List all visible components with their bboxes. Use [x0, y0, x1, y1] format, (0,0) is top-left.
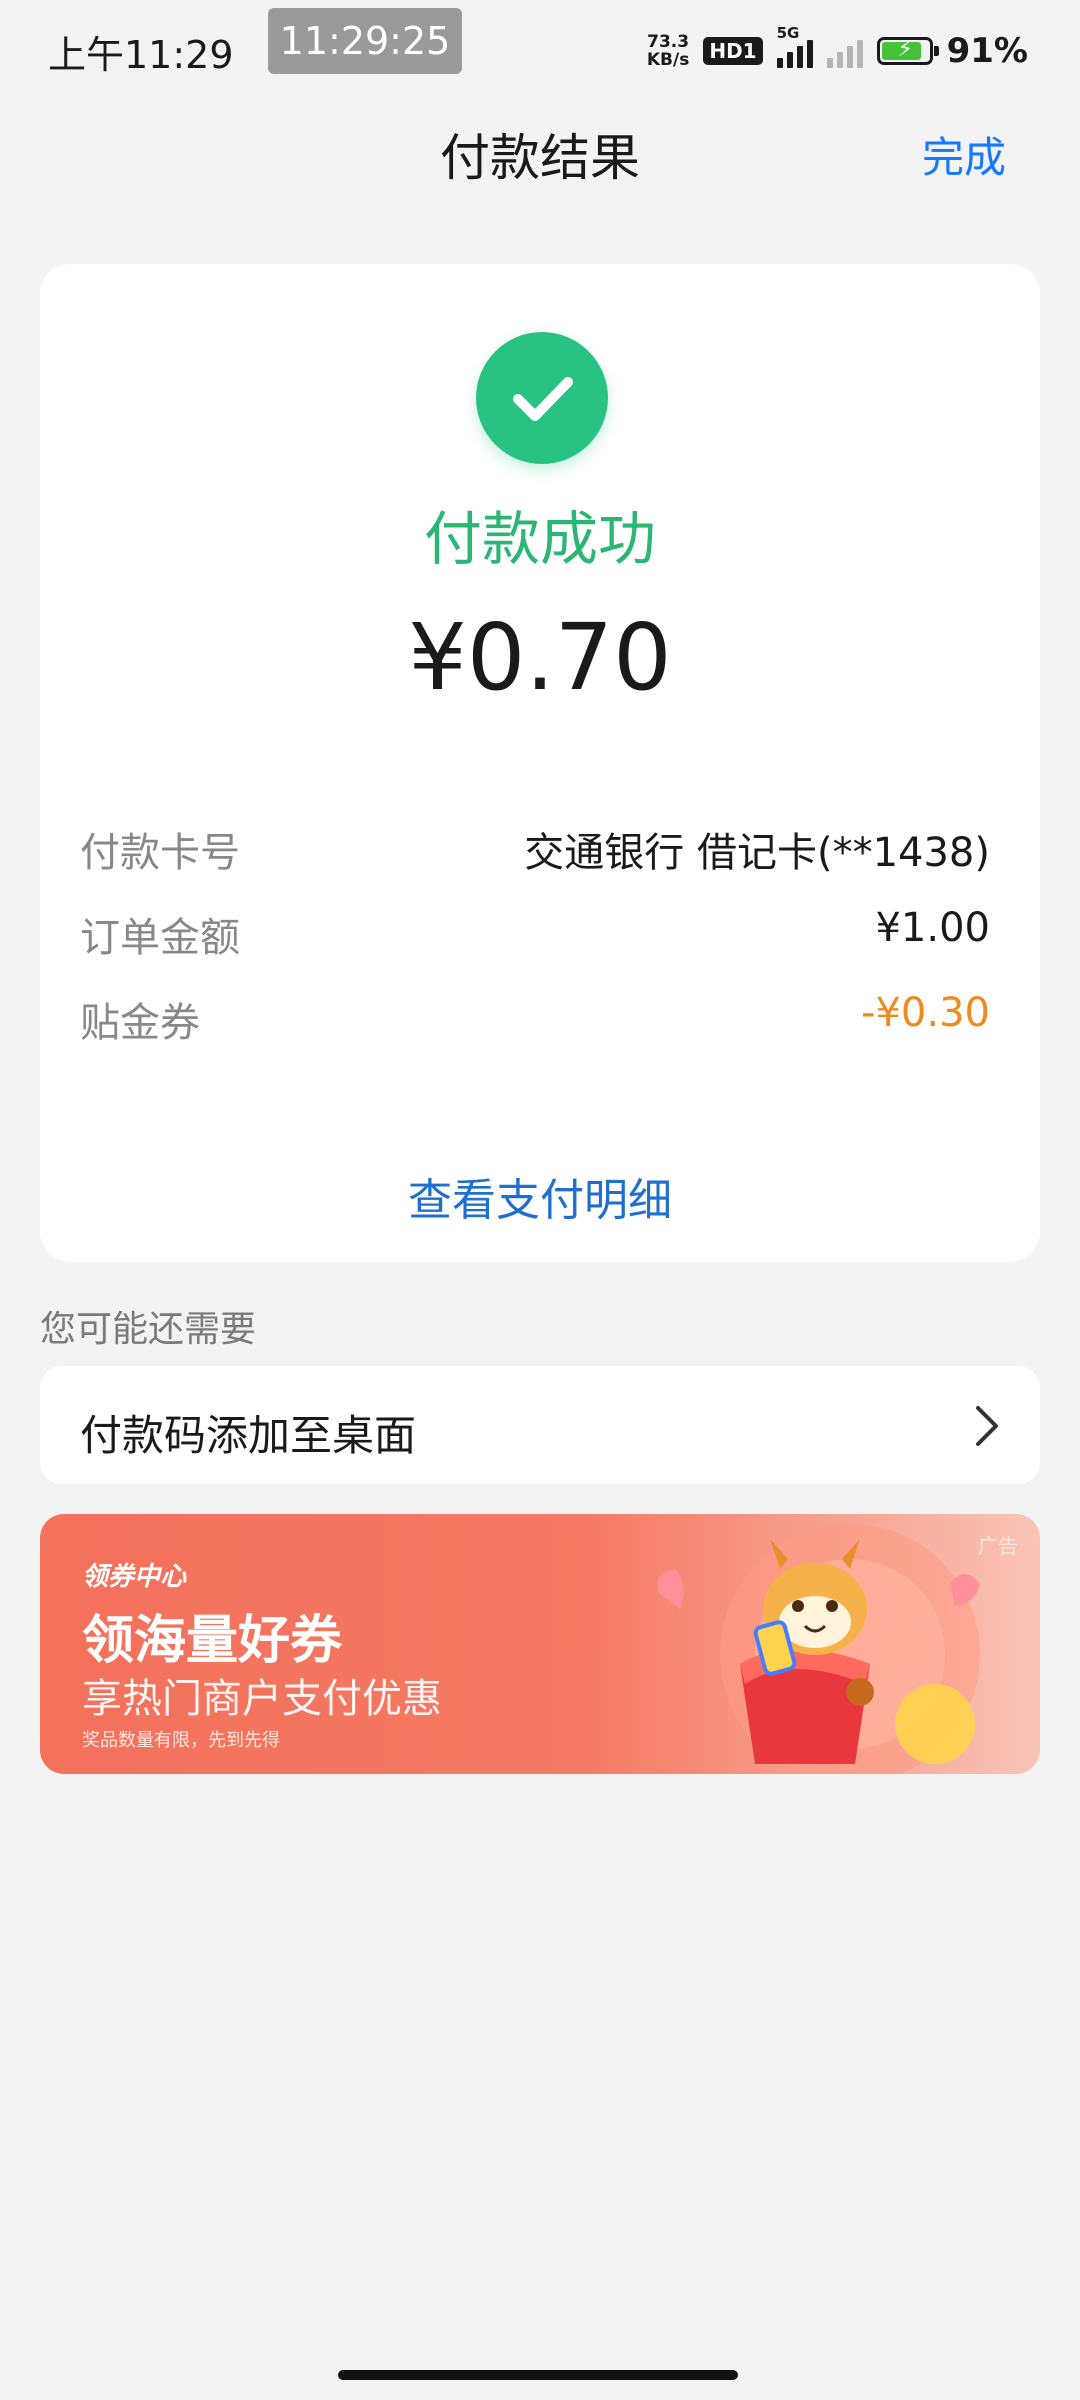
detail-value: ¥1.00 — [875, 905, 990, 951]
detail-label: 贴金券 — [80, 1000, 200, 1046]
done-button[interactable]: 完成 — [922, 124, 1006, 185]
signal-5g-icon: 5G — [776, 24, 813, 68]
detail-row-order-amount: 订单金额 ¥1.00 — [80, 905, 990, 965]
clock-overlay: 11:29:25 — [268, 8, 462, 74]
add-pay-code-to-desktop-item[interactable]: 付款码添加至桌面 — [40, 1366, 1040, 1484]
battery-icon: ⚡ — [876, 37, 939, 65]
view-payment-details-link[interactable]: 查看支付明细 — [40, 1164, 1040, 1228]
network-speed: 73.3 KB/s — [646, 32, 690, 70]
detail-row-card: 付款卡号 交通银行 借记卡(**1438) — [80, 820, 990, 880]
detail-label: 付款卡号 — [80, 830, 240, 876]
status-icons: 73.3 KB/s HD1 5G ⚡ 91% — [646, 24, 1028, 74]
status-time: 上午11:29 — [48, 33, 234, 77]
ad-subtitle: 享热门商户支付优惠 — [82, 1676, 442, 1722]
status-bar: 上午11:29 11:29:25 73.3 KB/s HD1 5G ⚡ 91% — [0, 0, 1080, 100]
paid-amount: ¥0.70 — [408, 604, 672, 711]
detail-label: 订单金额 — [80, 915, 240, 961]
payment-status-text: 付款成功 — [423, 505, 656, 573]
detail-value: 交通银行 借记卡(**1438) — [524, 830, 990, 876]
battery-percent: 91% — [946, 31, 1028, 71]
page-title: 付款结果 — [440, 129, 640, 187]
detail-row-coupon: 贴金券 -¥0.30 — [80, 990, 990, 1050]
ad-center-label: 领券中心 — [82, 1562, 187, 1592]
chevron-right-icon — [972, 1404, 1000, 1452]
suggestions-section-label: 您可能还需要 — [40, 1309, 257, 1350]
signal-no-service-icon — [826, 34, 863, 68]
detail-value-discount: -¥0.30 — [861, 990, 990, 1036]
payment-result-card: 付款成功 ¥0.70 付款卡号 交通银行 借记卡(**1438) 订单金额 ¥1… — [40, 264, 1040, 1262]
ad-note: 奖品数量有限，先到先得 — [82, 1730, 280, 1751]
success-check-icon — [476, 332, 608, 464]
hd-badge: HD1 — [703, 37, 763, 65]
ad-title: 领海量好券 — [82, 1611, 343, 1671]
ad-tag: 广告 — [978, 1534, 1018, 1558]
list-item-label: 付款码添加至桌面 — [80, 1411, 417, 1460]
mascot-illustration — [657, 1524, 980, 1774]
coupon-ad-banner[interactable]: 广告 领券中心 领海量好券 享热门商户支付优惠 奖品数量有限，先到先得 — [40, 1514, 1040, 1774]
home-indicator[interactable] — [338, 2370, 738, 2380]
